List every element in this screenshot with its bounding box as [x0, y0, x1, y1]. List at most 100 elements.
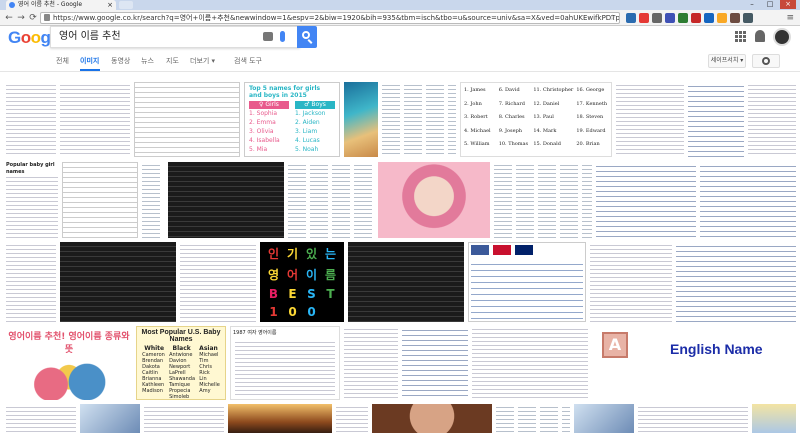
image-result[interactable] [134, 82, 240, 157]
image-result[interactable] [574, 404, 634, 433]
extension-icon[interactable] [691, 13, 701, 23]
image-result-english-name[interactable]: A English Name [592, 326, 796, 400]
image-result[interactable] [752, 404, 796, 433]
extension-icon[interactable] [678, 13, 688, 23]
image-result[interactable] [676, 242, 796, 322]
extension-icon[interactable] [652, 13, 662, 23]
tab-news[interactable]: 뉴스 [141, 56, 154, 66]
image-result[interactable] [616, 82, 684, 157]
bookmark-star-icon[interactable]: ☆ [609, 13, 616, 23]
maximize-button[interactable]: □ [762, 0, 778, 9]
tab-search-tools[interactable]: 검색 도구 [234, 56, 262, 66]
address-bar[interactable]: https://www.google.co.kr/search?q=영어+이름+… [40, 12, 620, 24]
image-result[interactable] [60, 242, 176, 322]
image-result[interactable] [6, 404, 76, 433]
name-item: 11. Christopher [533, 87, 574, 93]
name-item: Simoleb [169, 394, 190, 400]
image-result[interactable] [748, 82, 796, 157]
tab-close-icon[interactable]: × [107, 0, 113, 10]
image-result[interactable] [372, 404, 492, 433]
image-result-flag-table[interactable] [468, 242, 586, 322]
image-result[interactable] [6, 82, 56, 157]
tab-all[interactable]: 전체 [56, 56, 69, 66]
microphone-icon[interactable] [280, 31, 285, 42]
big-letter: 인 [267, 247, 280, 261]
image-result[interactable] [80, 404, 140, 433]
big-letter: 1 [269, 305, 278, 319]
image-result[interactable] [288, 162, 374, 238]
extension-icon[interactable] [743, 13, 753, 23]
big-letter: 영 [267, 268, 280, 282]
image-result[interactable] [638, 404, 748, 433]
tab-more[interactable]: 더보기 ▾ [190, 56, 215, 66]
alphabet-block-image: A [602, 332, 628, 358]
close-window-button[interactable]: × [780, 0, 796, 9]
extension-icon[interactable] [639, 13, 649, 23]
tab-maps[interactable]: 지도 [166, 56, 179, 66]
minimize-button[interactable]: – [744, 0, 760, 9]
image-result-baby-photo[interactable] [378, 162, 490, 238]
extension-icon[interactable] [730, 13, 740, 23]
image-result[interactable] [62, 162, 138, 238]
image-result[interactable] [494, 162, 592, 238]
avatar[interactable] [773, 28, 791, 46]
big-letter: 기 [286, 247, 299, 261]
search-button[interactable] [297, 26, 317, 48]
image-result-kr-banner[interactable]: 영어이름 추천! 영어이름 종류와 뜻 [6, 326, 132, 400]
safe-search-dropdown[interactable]: 세이프서치 ▾ [708, 54, 746, 68]
image-result[interactable] [144, 404, 224, 433]
browser-menu-icon[interactable]: ≡ [786, 12, 794, 24]
camera-icon[interactable] [263, 32, 273, 41]
image-result[interactable] [336, 404, 368, 433]
name-item: 6. David [498, 87, 520, 93]
image-result-top5-names[interactable]: Top 5 names for girls and boys in 2015 ♀… [244, 82, 340, 157]
image-result[interactable] [228, 404, 332, 433]
extension-icon[interactable] [626, 13, 636, 23]
image-result[interactable] [168, 162, 284, 238]
name-item: 20. Brian [576, 141, 600, 148]
extension-icon[interactable] [717, 13, 727, 23]
extension-icon[interactable] [704, 13, 714, 23]
notifications-bell-icon[interactable] [755, 30, 765, 42]
name-item: 2. Emma [249, 119, 276, 126]
name-item: 7. Richard [498, 100, 526, 107]
image-result[interactable] [472, 326, 588, 400]
tab-videos[interactable]: 동영상 [111, 56, 130, 66]
image-result[interactable] [180, 242, 256, 322]
image-result[interactable] [700, 162, 796, 238]
image-result[interactable] [496, 404, 570, 433]
image-result[interactable] [348, 242, 464, 322]
forward-arrow-icon[interactable]: → [15, 12, 27, 24]
settings-button[interactable] [752, 54, 780, 68]
search-input[interactable]: 영어 이름 추천 [50, 26, 300, 48]
big-letter: 는 [324, 247, 337, 261]
active-tab-indicator [80, 69, 100, 71]
image-result-popular-baby-girl[interactable]: Popular baby girl names [6, 162, 58, 238]
image-result[interactable] [382, 82, 456, 157]
browser-tab[interactable]: 영어 이름 추천 - Google × [6, 0, 116, 10]
image-result-popular-us[interactable]: Most Popular U.S. Baby Names White Black… [136, 326, 226, 400]
logo-letter: G [8, 28, 21, 47]
image-result[interactable] [344, 82, 378, 157]
image-result[interactable] [60, 82, 130, 157]
tab-images[interactable]: 이미지 [80, 56, 99, 66]
image-result[interactable] [6, 242, 56, 322]
image-result[interactable] [590, 242, 672, 322]
apps-grid-icon[interactable] [735, 31, 746, 42]
new-tab-button[interactable] [119, 1, 133, 9]
back-arrow-icon[interactable]: ← [3, 12, 15, 24]
extension-icon[interactable] [665, 13, 675, 23]
image-result-name-list[interactable]: 1. James 6. David 11. Christopher 16. Georg… [460, 82, 612, 157]
reload-icon[interactable]: ⟳ [27, 12, 39, 24]
name-item: 19. Edward [576, 127, 606, 134]
image-result-best100[interactable]: 인기있는영어이름BEST100 [260, 242, 344, 322]
image-result[interactable] [688, 82, 744, 157]
image-result[interactable] [596, 162, 696, 238]
image-result[interactable] [142, 162, 164, 238]
image-result[interactable] [402, 326, 468, 400]
australia-flag-icon [515, 245, 533, 255]
image-result[interactable] [344, 326, 398, 400]
name-item: 9. Joseph [498, 127, 523, 134]
name-item: 5. Mia [249, 146, 268, 153]
image-result-tables[interactable]: 1987 여자 영어이름 [230, 326, 340, 400]
